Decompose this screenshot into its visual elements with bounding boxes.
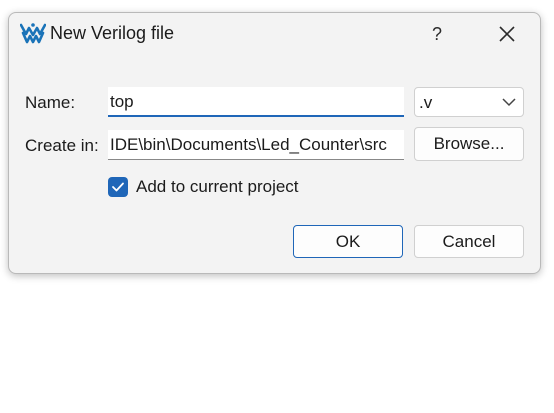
- browse-button[interactable]: Browse...: [414, 127, 524, 161]
- extension-value: .v: [419, 93, 433, 112]
- title-bar: New Verilog file ?: [9, 13, 540, 55]
- help-button[interactable]: ?: [419, 19, 455, 49]
- cancel-button[interactable]: Cancel: [414, 225, 524, 258]
- name-label: Name:: [25, 93, 76, 112]
- new-verilog-file-dialog: New Verilog file ? Name: top .v Create i…: [8, 12, 541, 274]
- ok-button[interactable]: OK: [293, 225, 403, 258]
- dialog-title: New Verilog file: [50, 23, 175, 43]
- gowin-logo-icon: [20, 23, 46, 44]
- create-in-input[interactable]: IDE\bin\Documents\Led_Counter\src: [108, 130, 404, 160]
- check-icon: [112, 182, 124, 192]
- add-to-project-label: Add to current project: [136, 177, 299, 196]
- close-button[interactable]: [487, 19, 527, 49]
- close-icon: [499, 26, 515, 42]
- create-in-label: Create in:: [25, 136, 99, 155]
- name-input[interactable]: top: [108, 87, 404, 117]
- extension-select[interactable]: .v: [414, 87, 524, 117]
- add-to-project-checkbox[interactable]: [108, 177, 128, 197]
- chevron-down-icon: [502, 98, 516, 107]
